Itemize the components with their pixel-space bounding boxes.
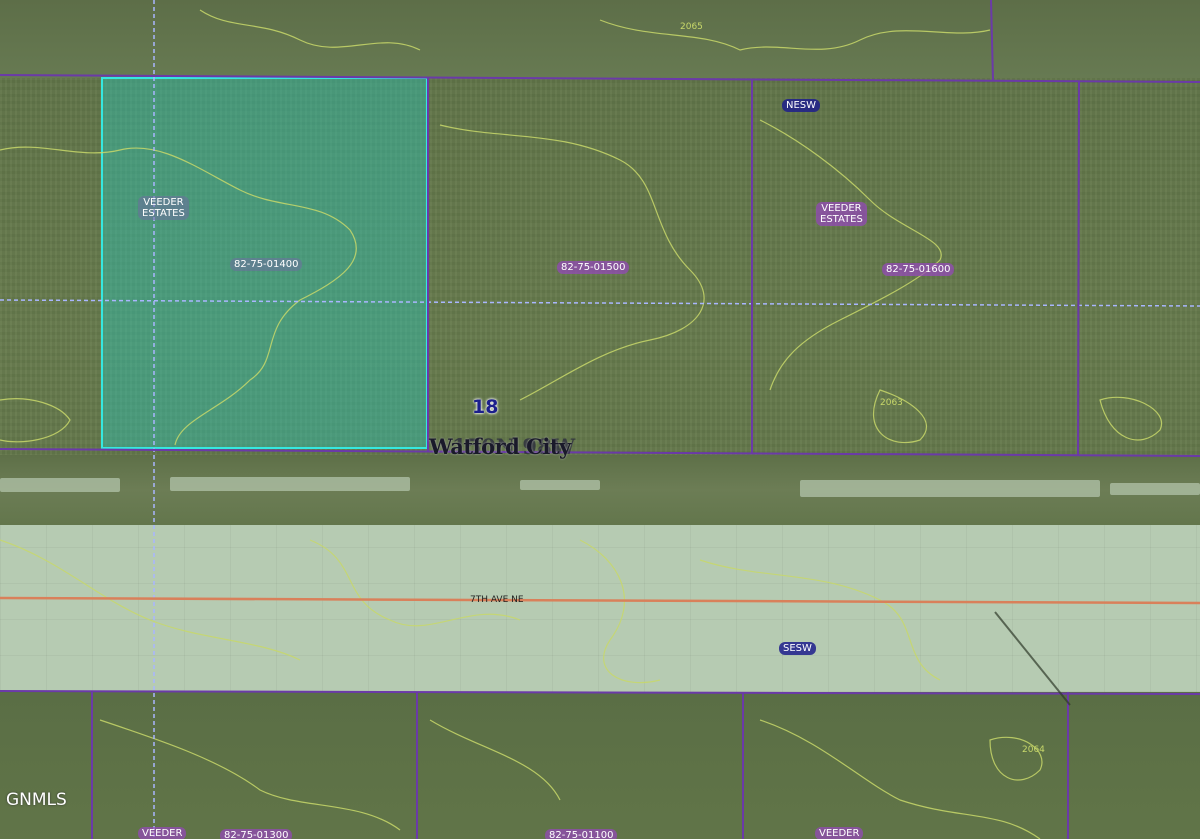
contour-elevation-label: 2064 bbox=[1022, 745, 1045, 755]
contour-elevation-label: 2065 bbox=[680, 22, 703, 32]
road-name-label: 7TH AVE NE bbox=[470, 595, 524, 605]
gnmls-watermark: GNMLS bbox=[6, 790, 67, 810]
subdivision-label-bottom-right: VEEDER bbox=[815, 827, 864, 839]
section-lines bbox=[0, 0, 1200, 839]
parcel-id-label-1400: 82-75-01400 bbox=[230, 258, 303, 271]
pole-shadow bbox=[994, 611, 1071, 706]
section-number-label: 18 bbox=[472, 396, 499, 418]
parcel-id-label-1600: 82-75-01600 bbox=[882, 263, 955, 276]
plss-label-nesw: NESW bbox=[782, 99, 821, 112]
parcel-lines bbox=[0, 0, 1200, 839]
subdivision-label-left: VEEDER ESTATES bbox=[138, 196, 189, 220]
parcel-id-label-bottom-a: 82-75-01300 bbox=[220, 829, 293, 839]
contour-lines bbox=[0, 9, 1163, 839]
subdivision-label-right: VEEDER ESTATES bbox=[816, 202, 867, 226]
map-canvas[interactable]: NESW SESW VEEDER ESTATES VEEDER ESTATES … bbox=[0, 0, 1200, 839]
parcel-id-label-bottom-b: 82-75-01100 bbox=[545, 829, 618, 839]
map-overlay-lines bbox=[0, 0, 1200, 839]
city-name-label: Watford City bbox=[429, 434, 571, 459]
contour-elevation-label: 2063 bbox=[880, 398, 903, 408]
plss-label-sesw: SESW bbox=[779, 642, 816, 655]
road-centerline bbox=[0, 596, 1200, 605]
parcel-id-label-1500: 82-75-01500 bbox=[557, 261, 630, 274]
subdivision-label-bottom-left: VEEDER bbox=[138, 827, 187, 839]
